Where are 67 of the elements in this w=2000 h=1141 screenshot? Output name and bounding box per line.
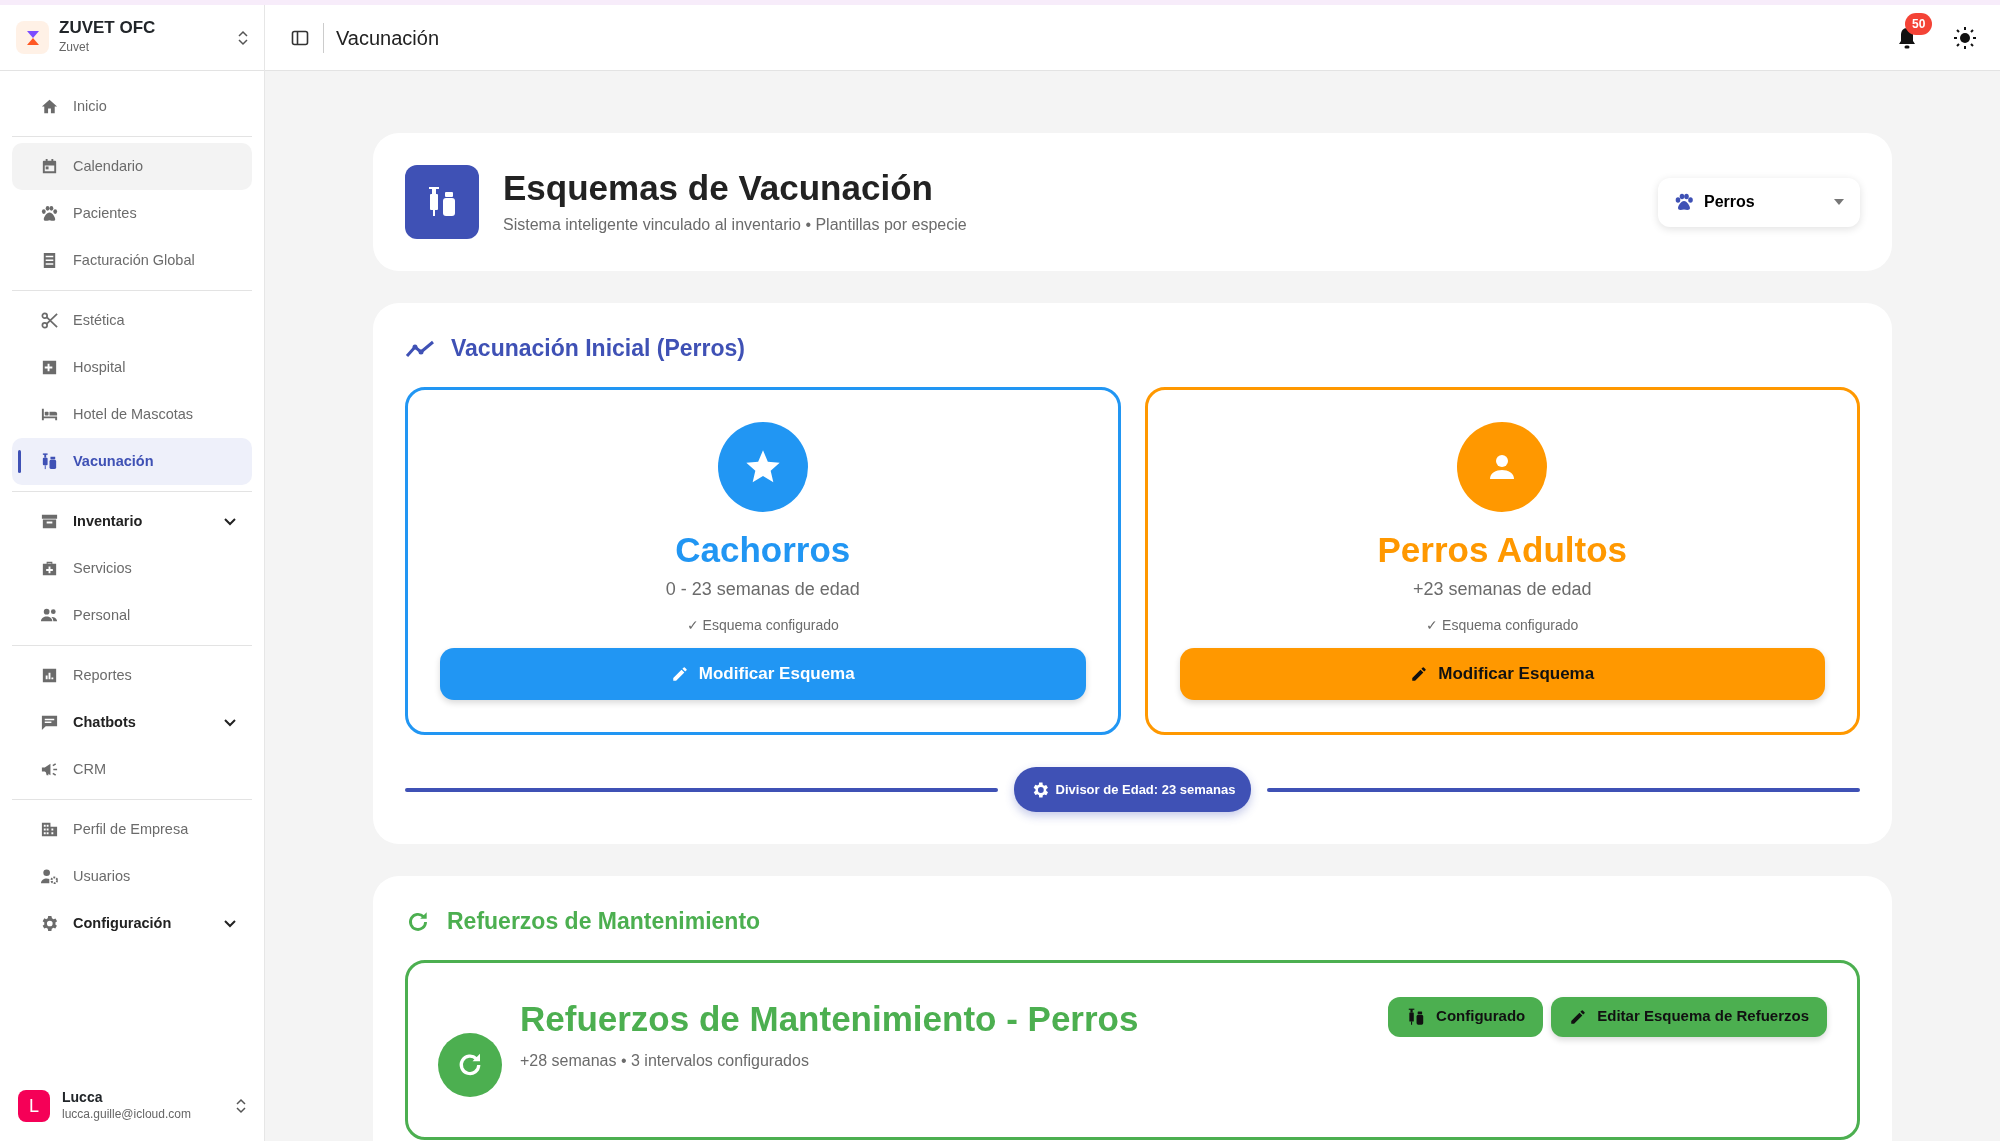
booster-title: Refuerzos de Mantenimiento - Perros	[520, 997, 1140, 1040]
paw-icon	[40, 204, 59, 223]
user-gear-icon	[40, 867, 59, 886]
sidebar-item[interactable]: Estética	[12, 297, 252, 344]
group-title: Cachorros	[675, 528, 851, 571]
section-heading: Vacunación Inicial (Perros)	[451, 335, 745, 363]
page-title: Vacunación	[323, 22, 440, 53]
chat-icon	[40, 713, 59, 732]
syringe-vial-icon	[405, 165, 479, 239]
sidebar-item[interactable]: Servicios	[12, 545, 252, 592]
status-text: ✓ Esquema configurado	[686, 616, 839, 636]
modify-scheme-button[interactable]: Modificar Esquema	[1179, 648, 1825, 701]
user-name: Lucca	[62, 1089, 104, 1105]
workspace-subtitle: Zuvet	[59, 38, 90, 56]
sidebar-item[interactable]: Hospital	[12, 344, 252, 391]
workspace-name: ZUVET OFC	[59, 19, 157, 38]
sidebar-item[interactable]: Configuración	[12, 900, 252, 947]
sidebar-item[interactable]: Usuarios	[12, 853, 252, 900]
sidebar-item[interactable]: Vacunación	[12, 438, 252, 485]
modify-scheme-button[interactable]: Modificar Esquema	[440, 648, 1086, 701]
pencil-icon	[1569, 1007, 1588, 1026]
status-text: ✓ Esquema configurado	[1426, 616, 1579, 636]
sidebar-item[interactable]: Inicio	[12, 83, 252, 130]
sun-icon[interactable]	[1954, 26, 1976, 49]
user-avatar: L	[18, 1090, 50, 1123]
expand-collapse-icon[interactable]	[236, 1098, 246, 1115]
app-logo	[16, 21, 49, 54]
page-heading: Esquemas de Vacunación	[503, 167, 934, 209]
archive-box-icon	[40, 512, 59, 531]
sidebar-item[interactable]: Inventario	[12, 498, 252, 545]
house-icon	[40, 97, 59, 116]
paw-icon	[1674, 193, 1694, 211]
sidebar-toggle-icon[interactable]	[291, 28, 309, 47]
sidebar-item[interactable]: Hotel de Mascotas	[12, 391, 252, 438]
age-range: +23 semanas de edad	[1412, 578, 1592, 602]
pencil-icon	[1410, 665, 1429, 684]
gear-icon	[40, 914, 59, 933]
booster-subtitle: +28 semanas • 3 intervalos configurados	[520, 1051, 810, 1072]
sidebar-item[interactable]: Reportes	[12, 652, 252, 699]
configured-button[interactable]: Configurado	[1388, 996, 1544, 1037]
edit-boosters-button[interactable]: Editar Esquema de Refuerzos	[1551, 996, 1827, 1037]
sidebar-item[interactable]: Chatbots	[12, 699, 252, 746]
pencil-icon	[670, 665, 689, 684]
sidebar-item[interactable]: Personal	[12, 592, 252, 639]
scissors-icon	[40, 311, 59, 330]
age-range: 0 - 23 semanas de edad	[665, 578, 860, 602]
section-heading: Refuerzos de Mantenimiento	[447, 908, 761, 936]
calendar-icon	[40, 157, 59, 176]
caret-icon	[1834, 199, 1844, 205]
sidebar-item[interactable]: CRM	[12, 746, 252, 793]
syringe-vial-icon	[40, 452, 59, 471]
notification-badge: 50	[1905, 13, 1933, 36]
page-subtitle: Sistema inteligente vinculado al inventario • Plantillas por especie	[503, 215, 968, 235]
medical-bag-icon	[40, 559, 59, 578]
building-icon	[40, 820, 59, 839]
user-email: lucca.guille@icloud.com	[62, 1106, 192, 1123]
medical-cross-icon	[40, 358, 59, 377]
sidebar-item[interactable]: Calendario	[12, 143, 252, 190]
age-divider-badge[interactable]: Divisor de Edad: 23 semanas	[1013, 767, 1252, 813]
sidebar-item[interactable]: Facturación Global	[12, 237, 252, 284]
group-title: Perros Adultos	[1377, 528, 1628, 571]
expand-collapse-icon[interactable]	[238, 29, 248, 46]
bar-chart-icon	[40, 666, 59, 685]
species-dropdown[interactable]: Perros	[1658, 177, 1860, 227]
sidebar-item[interactable]: Perfil de Empresa	[12, 806, 252, 853]
sidebar-item[interactable]: Pacientes	[12, 190, 252, 237]
trend-line-icon	[405, 339, 435, 358]
